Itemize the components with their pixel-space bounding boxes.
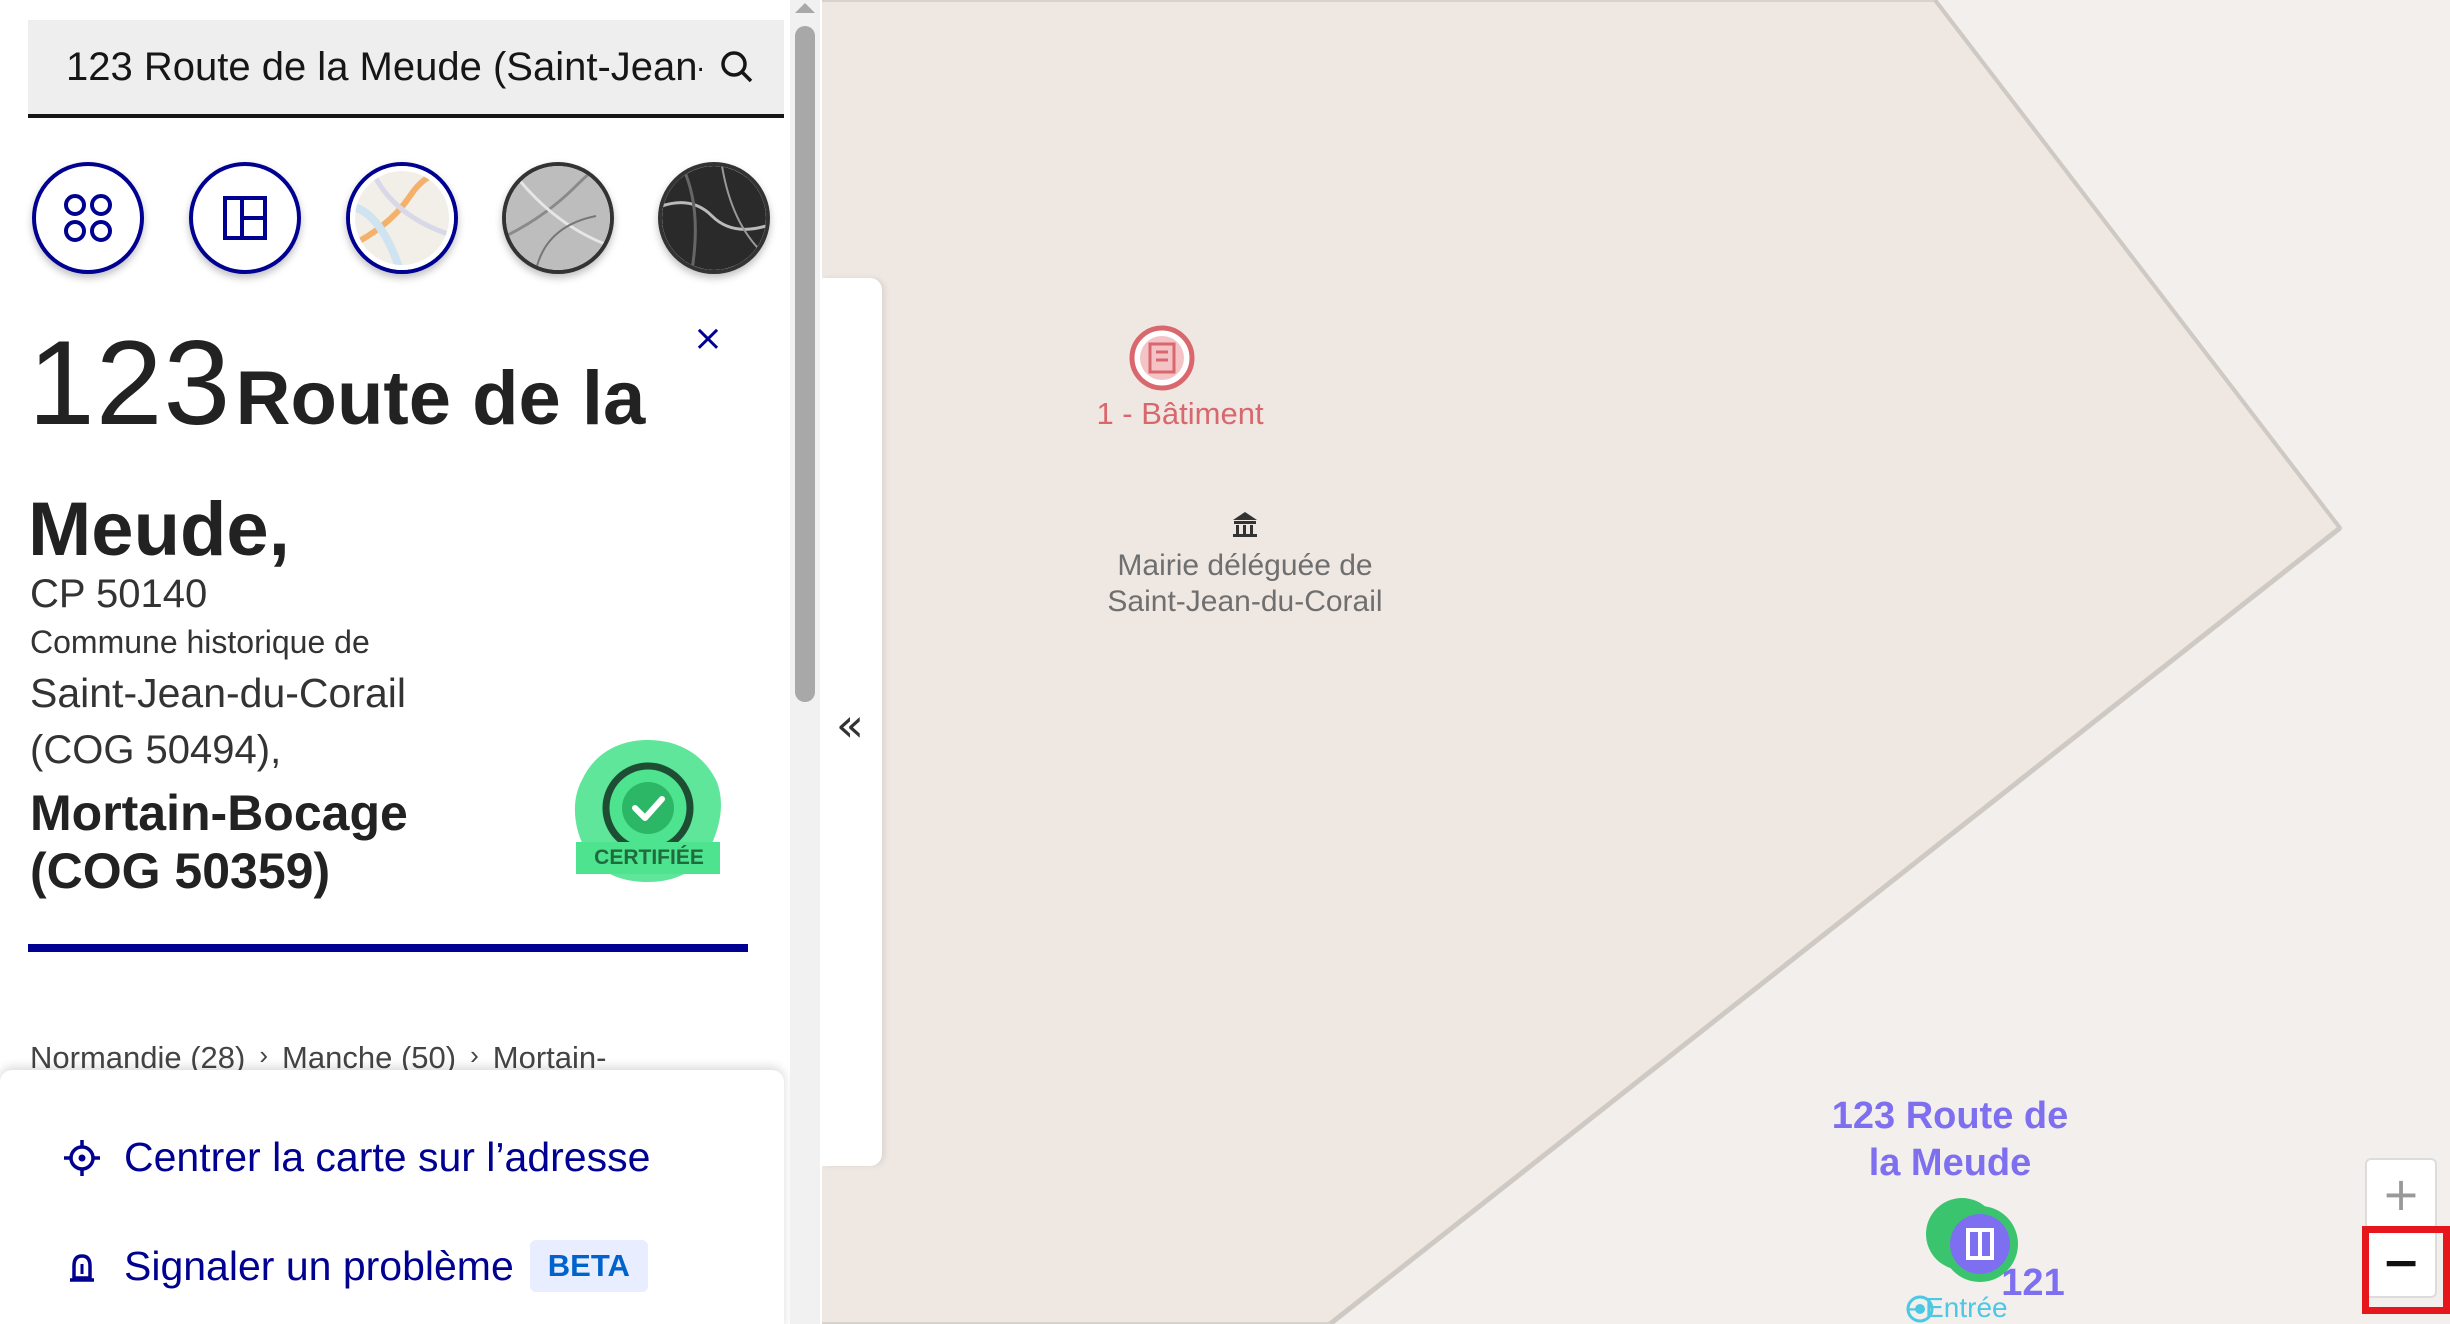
cog-historique: (COG 50494), [30, 728, 282, 772]
batiment-marker-icon [1129, 325, 1195, 391]
batiment-label: 1 - Bâtiment [1096, 396, 1264, 431]
style-plan-button[interactable] [346, 162, 458, 274]
plan-map-thumbnail [350, 166, 454, 270]
mairie-label-line2: Saint-Jean-du-Corail [1107, 585, 1383, 618]
search-icon[interactable] [702, 32, 772, 102]
side-panel: × 123 Route de la Meude, CP 50140 Commun… [0, 0, 822, 1324]
style-gray-button[interactable] [502, 162, 614, 274]
section-divider [28, 944, 748, 952]
commune-historique-label: Commune historique de [30, 624, 370, 660]
postal-code: CP 50140 [30, 572, 208, 616]
search-bar [28, 20, 784, 118]
commune-name: Mortain-Bocage [30, 785, 408, 841]
address-number: 123 [28, 316, 232, 450]
style-dark-button[interactable] [658, 162, 770, 274]
zoom-out-button[interactable]: − [2365, 1226, 2437, 1298]
scrollbar-thumb[interactable] [795, 26, 815, 702]
style-grid-button[interactable] [32, 162, 144, 274]
center-map-button[interactable]: Centrer la carte sur l’adresse [62, 1134, 650, 1181]
address-map-label-line2: la Meude [1868, 1142, 2032, 1184]
report-problem-label: Signaler un problème [124, 1242, 514, 1289]
beta-badge: BETA [529, 1240, 648, 1292]
zoom-in-button[interactable]: + [2365, 1158, 2437, 1230]
mairie-label: Mairie déléguée de Saint-Jean-du-Corail [1060, 548, 1430, 620]
gray-map-thumbnail [506, 166, 610, 270]
address-title: 123 Route de la Meude, [28, 323, 728, 606]
collapse-panel-icon[interactable]: « [830, 698, 870, 752]
certified-badge-label: CERTIFIÉE [594, 846, 704, 869]
address-map-label: 123 Route de la Meude [1790, 1093, 2110, 1187]
grid-icon [64, 194, 112, 242]
action-footer: Centrer la carte sur l’adresse Signaler … [0, 1070, 784, 1324]
layout-icon [223, 196, 267, 240]
report-problem-button[interactable]: Signaler un problème BETA [62, 1240, 648, 1292]
commune-historique-name: Saint-Jean-du-Corail [30, 670, 407, 716]
entrance-label: - Entrée [1908, 1292, 2008, 1323]
search-input[interactable] [28, 20, 702, 114]
style-layout-button[interactable] [189, 162, 301, 274]
mairie-label-line1: Mairie déléguée de [1117, 549, 1373, 582]
crosshair-icon [64, 1139, 100, 1176]
scroll-up-arrow-icon[interactable] [794, 2, 816, 14]
commune-cog: (COG 50359) [30, 843, 331, 899]
dark-map-thumbnail [662, 166, 766, 270]
center-map-label: Centrer la carte sur l’adresse [124, 1134, 651, 1180]
alert-light-icon [70, 1254, 94, 1282]
address-map-label-line1: 123 Route de [1831, 1095, 2069, 1137]
